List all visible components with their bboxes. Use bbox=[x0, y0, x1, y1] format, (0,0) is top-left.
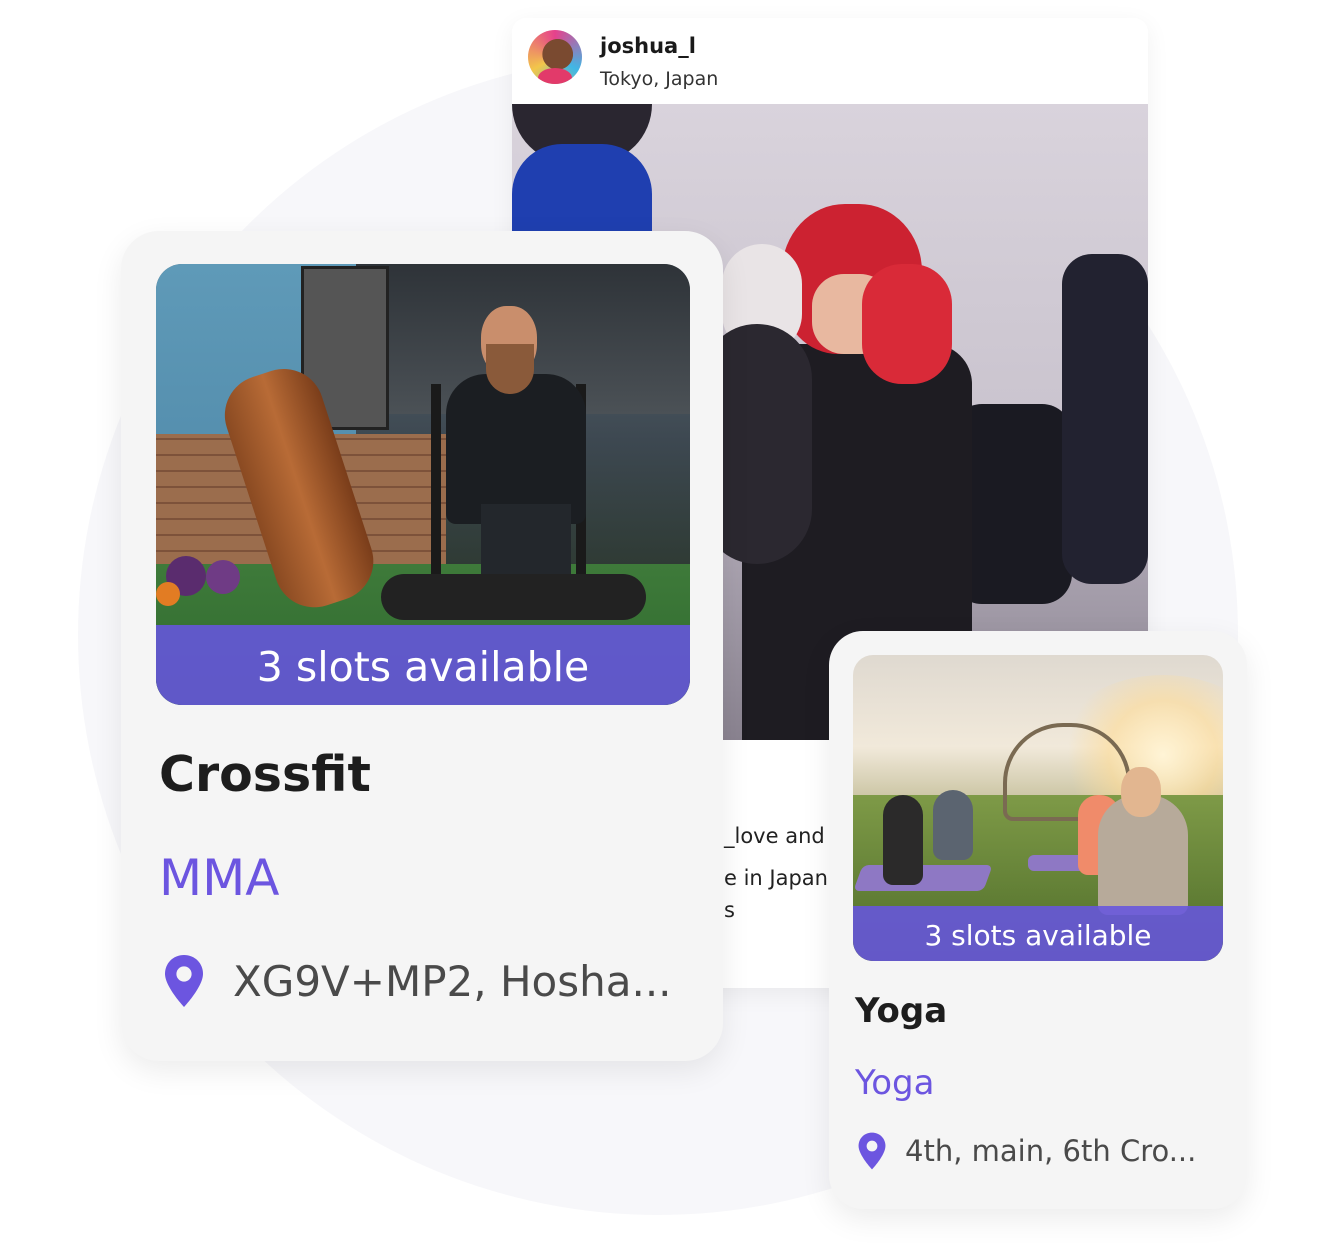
location-pin-icon bbox=[165, 955, 203, 1007]
avatar[interactable] bbox=[528, 30, 582, 84]
class-title: Yoga bbox=[855, 991, 948, 1031]
class-card-yoga[interactable]: 3 slots available Yoga Yoga 4th, main, 6… bbox=[829, 631, 1247, 1209]
post-caption-line: s bbox=[724, 898, 735, 922]
class-category[interactable]: Yoga bbox=[855, 1063, 934, 1103]
class-photo: 3 slots available bbox=[156, 264, 690, 705]
address-row[interactable]: XG9V+MP2, Hosha... bbox=[159, 953, 672, 1009]
post-caption-line: _love and bbox=[724, 824, 825, 848]
post-caption-line: e in Japan bbox=[724, 866, 828, 890]
post-header: joshua_l Tokyo, Japan bbox=[512, 18, 1148, 104]
class-title: Crossfit bbox=[159, 746, 371, 803]
address-row[interactable]: 4th, main, 6th Cro... bbox=[855, 1131, 1196, 1171]
slots-available-badge: 3 slots available bbox=[853, 906, 1223, 961]
class-photo: 3 slots available bbox=[853, 655, 1223, 961]
class-address: 4th, main, 6th Cro... bbox=[905, 1134, 1197, 1168]
post-location[interactable]: Tokyo, Japan bbox=[600, 68, 718, 90]
class-category[interactable]: MMA bbox=[159, 849, 279, 907]
post-username[interactable]: joshua_l bbox=[600, 34, 696, 58]
class-card-crossfit[interactable]: 3 slots available Crossfit MMA XG9V+MP2,… bbox=[121, 231, 723, 1061]
class-address: XG9V+MP2, Hosha... bbox=[233, 956, 672, 1006]
slots-available-badge: 3 slots available bbox=[156, 625, 690, 705]
location-pin-icon bbox=[858, 1132, 886, 1170]
